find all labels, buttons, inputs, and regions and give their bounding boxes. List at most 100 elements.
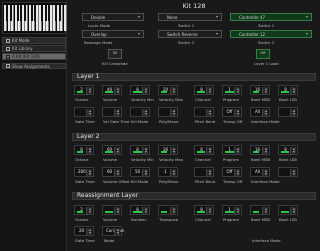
layer1-row1-spinbox[interactable]: 20 <box>158 85 178 95</box>
layer1-row1-spinbox[interactable]: 8 <box>194 85 214 95</box>
layer1-row2-spinbox[interactable] <box>158 107 178 117</box>
spin-arrows-icon[interactable] <box>86 228 92 235</box>
spin-arrows-icon[interactable] <box>262 169 268 176</box>
current-kit-button[interactable]: A Kit (Kit 128) <box>2 53 66 60</box>
spin-arrows-icon[interactable] <box>86 169 92 176</box>
spin-arrows-icon[interactable] <box>262 109 268 116</box>
layer1-row1-spinbox[interactable]: 16 <box>250 85 270 95</box>
kit-mode-button[interactable]: Kit Mode <box>2 37 66 44</box>
reassign-row1-spinbox[interactable]: 8 <box>194 205 214 215</box>
spin-arrows-icon[interactable] <box>86 207 92 214</box>
layer2-row1-spinbox[interactable]: 1 <box>222 145 242 155</box>
layer1-load-toggle[interactable]: Off <box>256 49 270 59</box>
spin-arrows-icon[interactable] <box>170 87 176 94</box>
spin-arrows-icon[interactable] <box>234 207 240 214</box>
layer2-row2-spinbox[interactable]: Off <box>222 167 242 177</box>
layer2-row2-spinbox[interactable]: All <box>250 167 270 177</box>
layer2-row1-spinbox[interactable]: 8 <box>130 145 150 155</box>
spin-arrows-icon[interactable] <box>114 207 120 214</box>
layer1-row2-spinbox[interactable] <box>102 107 122 117</box>
reassign-row1-spinbox[interactable]: 8 <box>130 205 150 215</box>
layer2-row1-spinbox[interactable]: 8 <box>278 145 298 155</box>
reassign-row1-spinbox[interactable] <box>278 205 298 215</box>
layer1-row2-spinbox[interactable]: All <box>250 107 270 117</box>
layer2-row1-spinbox[interactable]: 16 <box>250 145 270 155</box>
spin-arrows-icon[interactable] <box>114 147 120 154</box>
layer1-row2-spinbox[interactable] <box>130 107 150 117</box>
spin-arrows-icon[interactable] <box>290 147 296 154</box>
keyboard-thumbnail[interactable] <box>2 2 67 34</box>
spin-arrows-icon[interactable] <box>234 109 240 116</box>
spin-arrows-icon[interactable] <box>262 147 268 154</box>
spin-arrows-icon[interactable] <box>234 147 240 154</box>
spin-arrows-icon[interactable] <box>290 87 296 94</box>
spin-arrows-icon[interactable] <box>114 228 120 235</box>
spin-arrows-icon[interactable] <box>86 87 92 94</box>
layer2-row1-spinbox[interactable]: 60 <box>102 145 122 155</box>
assign-icon <box>6 64 10 68</box>
kit-title: Kit 128 <box>182 2 206 10</box>
reassign-row1-spinbox[interactable] <box>250 205 270 215</box>
layer1-row1-spinbox[interactable]: 2 <box>74 85 94 95</box>
layer2-row2-spinbox[interactable]: 50 <box>130 167 150 177</box>
switch2-dropdown[interactable]: Switch Reverse <box>158 30 222 38</box>
layer2-row1-spinbox[interactable]: 30 <box>158 145 178 155</box>
spin-arrows-icon[interactable] <box>86 147 92 154</box>
layer1-row2-spinbox[interactable]: Off <box>222 107 242 117</box>
spin-arrows-icon[interactable] <box>206 207 212 214</box>
layer2-row1-spinbox[interactable]: 8 <box>194 145 214 155</box>
spin-arrows-icon[interactable] <box>262 207 268 214</box>
layer1-row2-spinbox[interactable] <box>194 107 214 117</box>
spin-arrows-icon[interactable] <box>142 87 148 94</box>
spin-arrows-icon[interactable] <box>114 169 120 176</box>
spin-arrows-icon[interactable] <box>290 109 296 116</box>
controller-2-value: Controller 12 <box>239 31 266 37</box>
spin-arrows-icon[interactable] <box>234 169 240 176</box>
reassign-mode-dropdown[interactable]: Overlap <box>82 30 144 38</box>
controller-2-dropdown[interactable]: Controller 12 <box>230 30 312 38</box>
layer2-row2-spinbox[interactable]: 60 <box>102 167 122 177</box>
layer1-row1-spinbox[interactable]: 8 <box>130 85 150 95</box>
reassign-row1-spinbox[interactable]: 2 <box>74 205 94 215</box>
show-assignments-button[interactable]: Show Assignments <box>2 63 66 69</box>
layer1-row1-spinbox[interactable]: 40 <box>102 85 122 95</box>
spin-arrows-icon[interactable] <box>142 207 148 214</box>
spin-arrows-icon[interactable] <box>206 87 212 94</box>
layer2-row2-spinbox[interactable]: 1 <box>158 167 178 177</box>
reassign-row1-spinbox[interactable]: 1 <box>222 205 242 215</box>
reassign-row1-spinbox[interactable] <box>102 205 122 215</box>
gate-time-spinbox[interactable]: 20 <box>74 226 94 236</box>
layer2-row2-spinbox[interactable] <box>278 167 298 177</box>
spin-arrows-icon[interactable] <box>170 147 176 154</box>
spin-arrows-icon[interactable] <box>142 109 148 116</box>
layer1-row2-spinbox[interactable] <box>74 107 94 117</box>
spin-arrows-icon[interactable] <box>170 109 176 116</box>
spin-arrows-icon[interactable] <box>86 109 92 116</box>
spin-arrows-icon[interactable] <box>290 207 296 214</box>
spin-arrows-icon[interactable] <box>262 87 268 94</box>
spin-arrows-icon[interactable] <box>206 109 212 116</box>
spin-arrows-icon[interactable] <box>114 87 120 94</box>
spin-arrows-icon[interactable] <box>234 87 240 94</box>
spin-arrows-icon[interactable] <box>142 147 148 154</box>
reassign-row1-spinbox[interactable] <box>158 205 178 215</box>
kill-crossfade-control[interactable]: 50 <box>108 49 122 59</box>
layer1-row1-spinbox[interactable]: 1 <box>222 85 242 95</box>
spin-arrows-icon[interactable] <box>142 169 148 176</box>
controller-1-dropdown[interactable]: Controller 47 <box>230 13 312 21</box>
kit-library-button[interactable]: Kit Library <box>2 45 66 52</box>
spin-arrows-icon[interactable] <box>206 147 212 154</box>
layer2-row2-spinbox[interactable] <box>194 167 214 177</box>
spin-arrows-icon[interactable] <box>170 169 176 176</box>
spin-arrows-icon[interactable] <box>206 169 212 176</box>
switch1-dropdown[interactable]: None <box>158 13 222 21</box>
layer2-row2-spinbox[interactable]: 200 <box>74 167 94 177</box>
spin-arrows-icon[interactable] <box>114 109 120 116</box>
layer1-row1-spinbox[interactable]: 8 <box>278 85 298 95</box>
spin-arrows-icon[interactable] <box>170 207 176 214</box>
layer-mode-dropdown[interactable]: Double <box>82 13 144 21</box>
spin-arrows-icon[interactable] <box>290 169 296 176</box>
layer1-row2-spinbox[interactable] <box>278 107 298 117</box>
layer2-row1-spinbox[interactable]: 8 <box>74 145 94 155</box>
mode-dropdown[interactable]: Continue <box>102 226 124 236</box>
